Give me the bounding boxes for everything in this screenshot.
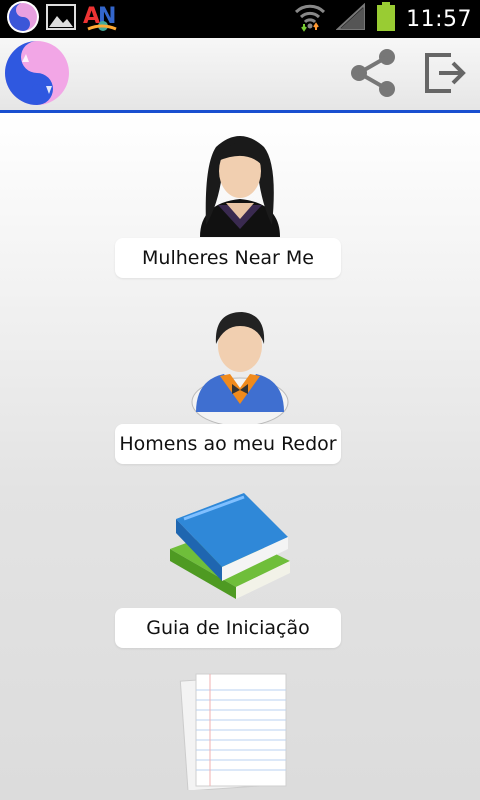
notepad-icon[interactable] [166, 670, 314, 792]
image-icon [46, 3, 76, 35]
share-button[interactable] [344, 44, 402, 102]
signal-icon [335, 2, 366, 35]
system-tray: 11:57 [294, 0, 472, 38]
battery-icon [376, 2, 396, 36]
exit-button[interactable] [416, 44, 474, 102]
menu-label-women[interactable]: Mulheres Near Me [115, 238, 341, 278]
main-menu: Mulheres Near Me Homens ao meu Redor Gui… [0, 113, 480, 800]
menu-label-guide[interactable]: Guia de Iniciação [115, 608, 341, 648]
action-bar [0, 38, 480, 113]
app-notification-icon [6, 0, 40, 38]
cat-yin-yang-logo-icon[interactable] [4, 40, 70, 106]
share-icon [351, 49, 395, 97]
notification-area: A N [6, 0, 118, 38]
an-app-icon: A N [82, 1, 118, 37]
man-avatar-icon[interactable] [166, 304, 314, 427]
status-bar: A N 11:57 [0, 0, 480, 38]
books-icon[interactable] [166, 487, 314, 607]
menu-label-men[interactable]: Homens ao meu Redor [115, 424, 341, 464]
woman-avatar-icon[interactable] [166, 125, 314, 245]
exit-icon [425, 53, 466, 93]
clock: 11:57 [406, 6, 472, 32]
wifi-icon [294, 2, 326, 36]
